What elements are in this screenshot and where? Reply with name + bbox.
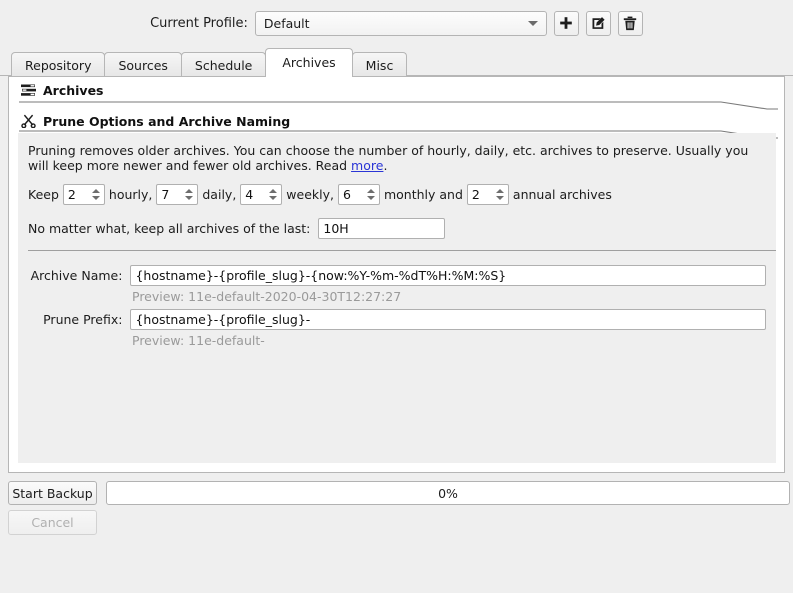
annual-label: annual archives — [509, 187, 616, 202]
weekly-label: weekly, — [282, 187, 338, 202]
start-backup-row: Start Backup 0% — [0, 481, 793, 505]
archives-panel: Archives Prune Options and Archive Namin… — [8, 76, 785, 473]
edit-profile-button[interactable] — [586, 11, 611, 36]
keep-last-label: No matter what, keep all archives of the… — [28, 221, 310, 236]
prune-description-part2: . — [383, 158, 387, 173]
prune-prefix-label: Prune Prefix: — [28, 312, 130, 327]
keep-label: Keep — [28, 187, 63, 202]
start-backup-label: Start Backup — [12, 486, 92, 501]
tab-repository-label: Repository — [25, 58, 91, 73]
cancel-label: Cancel — [31, 515, 73, 530]
spin-up-icon[interactable] — [367, 189, 375, 193]
keep-last-row: No matter what, keep all archives of the… — [28, 218, 766, 239]
backup-progress-bar: 0% — [106, 481, 790, 505]
keep-daily-stepper[interactable] — [183, 186, 195, 203]
cancel-row: Cancel — [0, 510, 793, 535]
keep-weekly-value: 4 — [241, 187, 253, 202]
archive-name-row: Archive Name: {hostname}-{profile_slug}-… — [28, 265, 766, 286]
spin-up-icon[interactable] — [92, 189, 100, 193]
backup-progress-label: 0% — [438, 486, 458, 501]
archives-section-title: Archives — [43, 83, 104, 98]
keep-last-input[interactable]: 10H — [318, 218, 445, 239]
prune-description-part1: Pruning removes older archives. You can … — [28, 143, 748, 173]
tab-misc-label: Misc — [366, 58, 394, 73]
delete-profile-button[interactable] — [618, 11, 643, 36]
keep-hourly-spinbox[interactable]: 2 — [63, 184, 105, 205]
form-divider — [28, 250, 776, 251]
tab-archives[interactable]: Archives — [265, 48, 352, 77]
keep-annual-spinbox[interactable]: 2 — [467, 184, 509, 205]
keep-annual-value: 2 — [468, 187, 480, 202]
keep-daily-value: 7 — [157, 187, 169, 202]
start-backup-button[interactable]: Start Backup — [8, 481, 97, 505]
daily-label: daily, — [198, 187, 240, 202]
prune-prefix-preview: Preview: 11e-default- — [132, 331, 766, 350]
archives-list-icon — [21, 84, 36, 97]
profile-select[interactable]: Default — [255, 11, 547, 36]
tab-bar: Repository Sources Schedule Archives Mis… — [0, 46, 793, 76]
keep-monthly-stepper[interactable] — [365, 186, 377, 203]
tab-sources[interactable]: Sources — [104, 52, 181, 77]
spin-down-icon[interactable] — [185, 196, 193, 200]
prune-section-header: Prune Options and Archive Naming — [9, 108, 784, 134]
monthly-label: monthly and — [380, 187, 467, 202]
spin-down-icon[interactable] — [92, 196, 100, 200]
spin-up-icon[interactable] — [496, 189, 504, 193]
prune-form: Pruning removes older archives. You can … — [18, 133, 776, 463]
cancel-button: Cancel — [8, 510, 97, 535]
prune-section-title: Prune Options and Archive Naming — [43, 114, 290, 129]
scissors-icon — [21, 114, 36, 128]
tab-repository[interactable]: Repository — [11, 52, 105, 77]
tab-sources-label: Sources — [118, 58, 167, 73]
tab-schedule-label: Schedule — [195, 58, 252, 73]
archive-name-input[interactable]: {hostname}-{profile_slug}-{now:%Y-%m-%dT… — [130, 265, 766, 286]
tab-misc[interactable]: Misc — [352, 52, 408, 77]
tab-archives-label: Archives — [282, 55, 335, 70]
keep-hourly-stepper[interactable] — [90, 186, 102, 203]
current-profile-label: Current Profile: — [150, 16, 248, 31]
keep-monthly-spinbox[interactable]: 6 — [338, 184, 380, 205]
tab-schedule[interactable]: Schedule — [181, 52, 266, 77]
profile-bar: Current Profile: Default — [0, 0, 793, 46]
keep-hourly-value: 2 — [64, 187, 76, 202]
spin-down-icon[interactable] — [496, 196, 504, 200]
keep-annual-stepper[interactable] — [494, 186, 506, 203]
archives-section-header: Archives — [9, 77, 784, 103]
keep-counts-row: Keep 2 hourly, 7 daily, 4 weekly, 6 mont… — [28, 184, 766, 205]
add-profile-button[interactable] — [554, 11, 579, 36]
prune-prefix-input[interactable]: {hostname}-{profile_slug}- — [130, 309, 766, 330]
archive-name-label: Archive Name: — [28, 268, 130, 283]
prune-more-link[interactable]: more — [351, 158, 383, 173]
keep-daily-spinbox[interactable]: 7 — [156, 184, 198, 205]
archive-name-preview: Preview: 11e-default-2020-04-30T12:27:27 — [132, 287, 766, 306]
plus-icon — [559, 16, 573, 30]
prune-prefix-row: Prune Prefix: {hostname}-{profile_slug}- — [28, 309, 766, 330]
hourly-label: hourly, — [105, 187, 156, 202]
trash-icon — [623, 16, 637, 31]
keep-weekly-stepper[interactable] — [267, 186, 279, 203]
profile-select-value: Default — [264, 16, 310, 31]
keep-weekly-spinbox[interactable]: 4 — [240, 184, 282, 205]
spin-down-icon[interactable] — [367, 196, 375, 200]
prune-description: Pruning removes older archives. You can … — [28, 143, 752, 173]
bottom-bar: Start Backup 0% Cancel — [0, 481, 793, 540]
spin-up-icon[interactable] — [269, 189, 277, 193]
spin-up-icon[interactable] — [185, 189, 193, 193]
keep-monthly-value: 6 — [339, 187, 351, 202]
edit-pencil-icon — [591, 16, 606, 31]
chevron-down-icon — [528, 21, 538, 26]
spin-down-icon[interactable] — [269, 196, 277, 200]
